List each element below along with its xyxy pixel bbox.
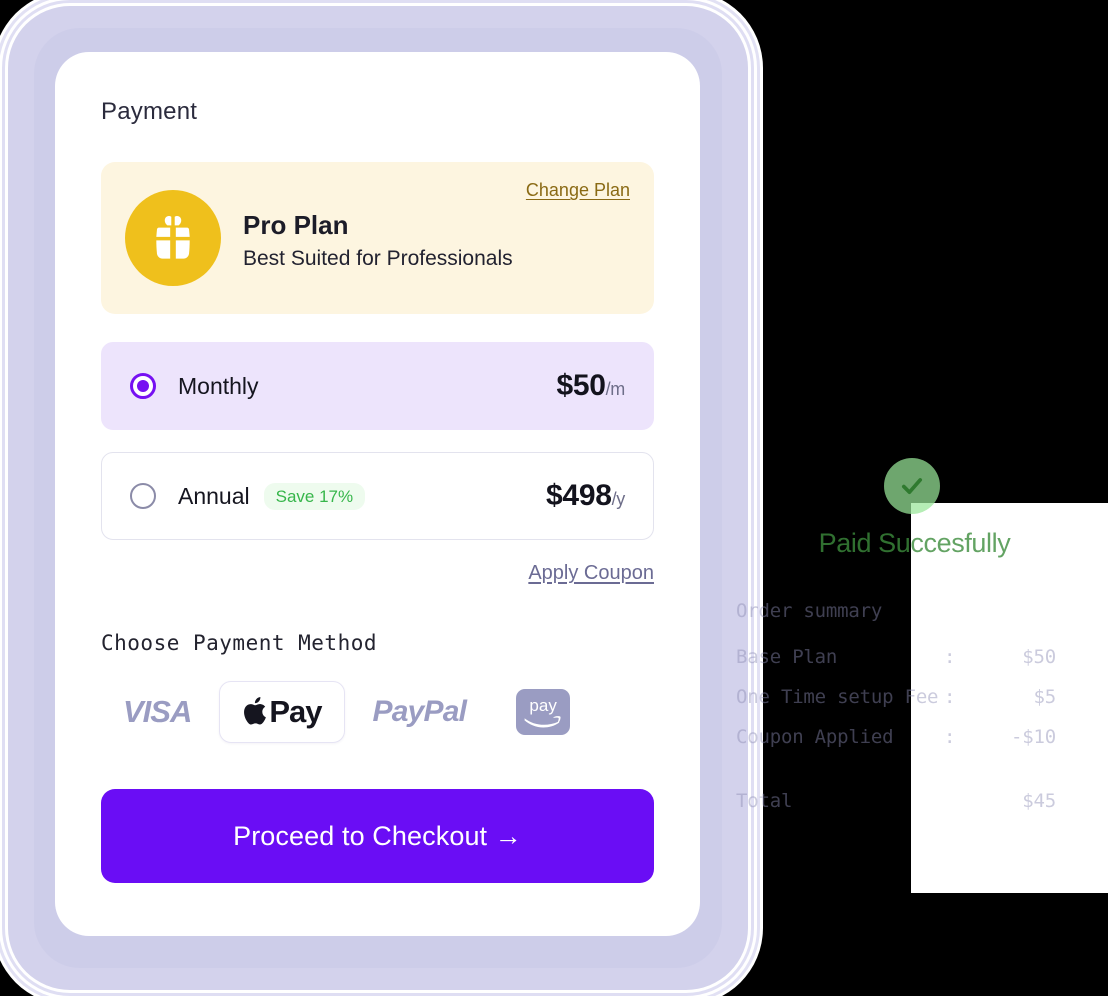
radio-unselected-icon[interactable] [130,483,156,509]
payment-method-amazon-pay[interactable]: pay [494,681,592,743]
billing-option-label: Monthly [178,372,259,399]
price-amount: $50 [556,369,606,402]
page-title: Payment [101,98,198,125]
price-amount: $498 [546,479,612,512]
payment-method-apple-pay[interactable]: Pay [219,681,345,743]
billing-option-annual[interactable]: Annual Save 17% $498/y [101,452,654,540]
apple-pay-icon: Pay [242,694,323,730]
screenshot-stage: Payment Pro Plan Best Suited for Profess… [0,0,1108,996]
price-period: /m [605,379,626,399]
save-badge: Save 17% [263,482,366,510]
proceed-to-checkout-button[interactable]: Proceed to Checkout → [101,789,654,883]
apply-coupon-link[interactable]: Apply Coupon [528,562,654,585]
amazon-pay-label: pay [529,695,557,715]
plan-text: Pro Plan Best Suited for Professionals [243,206,513,271]
payment-method-heading: Choose Payment Method [101,631,378,655]
billing-option-price: $498/y [546,479,625,513]
paypal-icon: PayPal [372,695,467,728]
gift-icon [125,190,221,286]
price-period: /y [611,489,626,509]
billing-option-monthly[interactable]: Monthly $50/m [101,342,654,430]
visa-icon: VISA [123,694,192,729]
billing-option-price: $50/m [556,369,625,403]
apple-pay-label: Pay [269,694,322,729]
payment-screen: Payment Pro Plan Best Suited for Profess… [55,52,700,936]
amazon-pay-icon: pay [516,689,571,735]
payment-method-paypal[interactable]: PayPal [351,681,489,743]
change-plan-link[interactable]: Change Plan [526,180,630,201]
billing-option-label: Annual [178,482,250,509]
radio-selected-icon[interactable] [130,373,156,399]
payment-method-list: VISA Pay PayPal pay [101,681,654,743]
plan-subtitle: Best Suited for Professionals [243,246,513,270]
plan-name: Pro Plan [243,209,349,240]
plan-card: Pro Plan Best Suited for Professionals C… [101,162,654,314]
receipt-card [911,503,1108,893]
payment-method-visa[interactable]: VISA [101,681,213,743]
apply-coupon-row: Apply Coupon [101,562,654,585]
